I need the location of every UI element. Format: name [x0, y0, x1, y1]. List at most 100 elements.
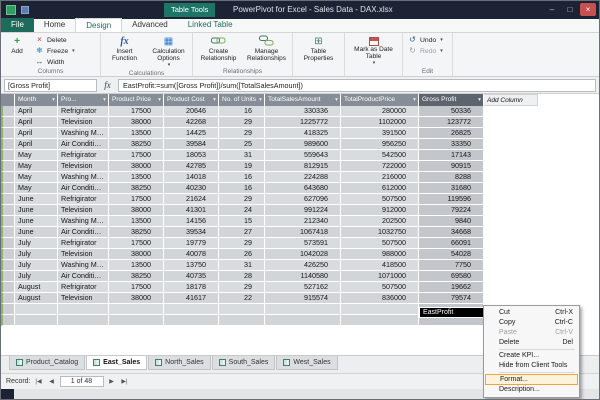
filter-icon[interactable]: ▾: [156, 94, 163, 106]
cell[interactable]: 123772: [419, 117, 484, 128]
cell[interactable]: 66091: [419, 238, 484, 249]
cell[interactable]: June: [15, 216, 58, 227]
cell[interactable]: 836000: [341, 293, 419, 304]
cell[interactable]: Washing Machine: [58, 260, 109, 271]
cell[interactable]: 42785: [164, 161, 219, 172]
tab-home[interactable]: Home: [34, 18, 75, 32]
filter-icon[interactable]: ▾: [476, 94, 483, 106]
cell[interactable]: 17500: [109, 238, 164, 249]
cell[interactable]: [164, 304, 219, 315]
cell[interactable]: July: [15, 238, 58, 249]
cell[interactable]: 34668: [419, 227, 484, 238]
cell[interactable]: 18178: [164, 282, 219, 293]
cell[interactable]: 216000: [341, 172, 419, 183]
cell[interactable]: 38250: [109, 139, 164, 150]
cell[interactable]: 29: [219, 282, 265, 293]
row-selector[interactable]: [1, 194, 15, 205]
cell[interactable]: 1102000: [341, 117, 419, 128]
cell[interactable]: [219, 315, 265, 326]
cell[interactable]: 40230: [164, 183, 219, 194]
cell[interactable]: 13500: [109, 172, 164, 183]
cell[interactable]: Television: [58, 161, 109, 172]
cell[interactable]: 202500: [341, 216, 419, 227]
create-relationship-button[interactable]: Create Relationship: [196, 35, 241, 62]
row-selector[interactable]: [1, 238, 15, 249]
cell[interactable]: [15, 304, 58, 315]
cell[interactable]: 40078: [164, 249, 219, 260]
cell[interactable]: 1225772: [265, 117, 341, 128]
cell[interactable]: 24: [219, 205, 265, 216]
minimize-button[interactable]: –: [544, 3, 560, 16]
cell[interactable]: 573591: [265, 238, 341, 249]
formula-input[interactable]: EastProfit:=sum([Gross Profit])/sum([Tot…: [118, 78, 596, 92]
cell[interactable]: 16: [219, 106, 265, 117]
cell[interactable]: 40735: [164, 271, 219, 282]
cell[interactable]: 39584: [164, 139, 219, 150]
cell[interactable]: 1042028: [265, 249, 341, 260]
column-header[interactable]: Gross Profit ▾: [419, 94, 484, 106]
cell[interactable]: Air Conditioner: [58, 271, 109, 282]
table-properties-button[interactable]: ⊞ Table Properties: [296, 35, 341, 62]
cell[interactable]: 31680: [419, 183, 484, 194]
cell[interactable]: Television: [58, 117, 109, 128]
cell[interactable]: Refrigirator: [58, 282, 109, 293]
menu-item-format[interactable]: Format...: [485, 374, 578, 385]
cell[interactable]: 16: [219, 172, 265, 183]
row-selector[interactable]: [1, 117, 15, 128]
cell[interactable]: 14425: [164, 128, 219, 139]
cell[interactable]: 119596: [419, 194, 484, 205]
redo-button[interactable]: ↻ Redo ▾: [406, 46, 445, 56]
cell[interactable]: 280000: [341, 106, 419, 117]
cell[interactable]: 33350: [419, 139, 484, 150]
cell[interactable]: July: [15, 249, 58, 260]
tab-design[interactable]: Design: [75, 18, 123, 32]
row-selector[interactable]: [1, 183, 15, 194]
cell[interactable]: 22: [219, 293, 265, 304]
row-selector[interactable]: [1, 205, 15, 216]
cell[interactable]: Air Conditioner: [58, 139, 109, 150]
cell[interactable]: 31: [219, 150, 265, 161]
cell[interactable]: 21624: [164, 194, 219, 205]
cell[interactable]: June: [15, 227, 58, 238]
cell[interactable]: 18053: [164, 150, 219, 161]
cell[interactable]: 912000: [341, 205, 419, 216]
cell[interactable]: 13500: [109, 216, 164, 227]
menu-item-description[interactable]: Description...: [485, 385, 578, 395]
cell[interactable]: 19779: [164, 238, 219, 249]
row-selector[interactable]: [1, 260, 15, 271]
cell[interactable]: 17500: [109, 194, 164, 205]
cell[interactable]: 38000: [109, 161, 164, 172]
cell[interactable]: May: [15, 172, 58, 183]
cell[interactable]: 90915: [419, 161, 484, 172]
column-header[interactable]: No. of Units ▾: [219, 94, 265, 106]
cell[interactable]: April: [15, 106, 58, 117]
cell[interactable]: 41617: [164, 293, 219, 304]
cell[interactable]: [109, 304, 164, 315]
cell[interactable]: 8288: [419, 172, 484, 183]
menu-item-copy[interactable]: Copy Ctrl-C: [485, 318, 578, 328]
cell[interactable]: Air Conditioner: [58, 227, 109, 238]
sheet-tab-south_sales[interactable]: South_Sales: [211, 356, 276, 370]
cell[interactable]: Washing Machine: [58, 172, 109, 183]
cell[interactable]: 17500: [109, 150, 164, 161]
filter-icon[interactable]: ▾: [411, 94, 418, 106]
cell[interactable]: 956250: [341, 139, 419, 150]
cell[interactable]: 9840: [419, 216, 484, 227]
row-selector[interactable]: [1, 216, 15, 227]
previous-record-button[interactable]: ◀: [47, 378, 57, 385]
cell[interactable]: 915574: [265, 293, 341, 304]
cell[interactable]: 14156: [164, 216, 219, 227]
cell[interactable]: 69580: [419, 271, 484, 282]
tab-linked-table[interactable]: Linked Table: [178, 18, 243, 32]
cell[interactable]: 16: [219, 183, 265, 194]
tab-file[interactable]: File: [1, 18, 34, 32]
cell[interactable]: 29: [219, 238, 265, 249]
cell[interactable]: 29: [219, 128, 265, 139]
row-selector[interactable]: [1, 271, 15, 282]
cell[interactable]: 17143: [419, 150, 484, 161]
cell[interactable]: [341, 315, 419, 326]
column-header[interactable]: Product Cost ▾: [164, 94, 219, 106]
cell[interactable]: 1032750: [341, 227, 419, 238]
cell[interactable]: [265, 315, 341, 326]
cell[interactable]: 29: [219, 117, 265, 128]
